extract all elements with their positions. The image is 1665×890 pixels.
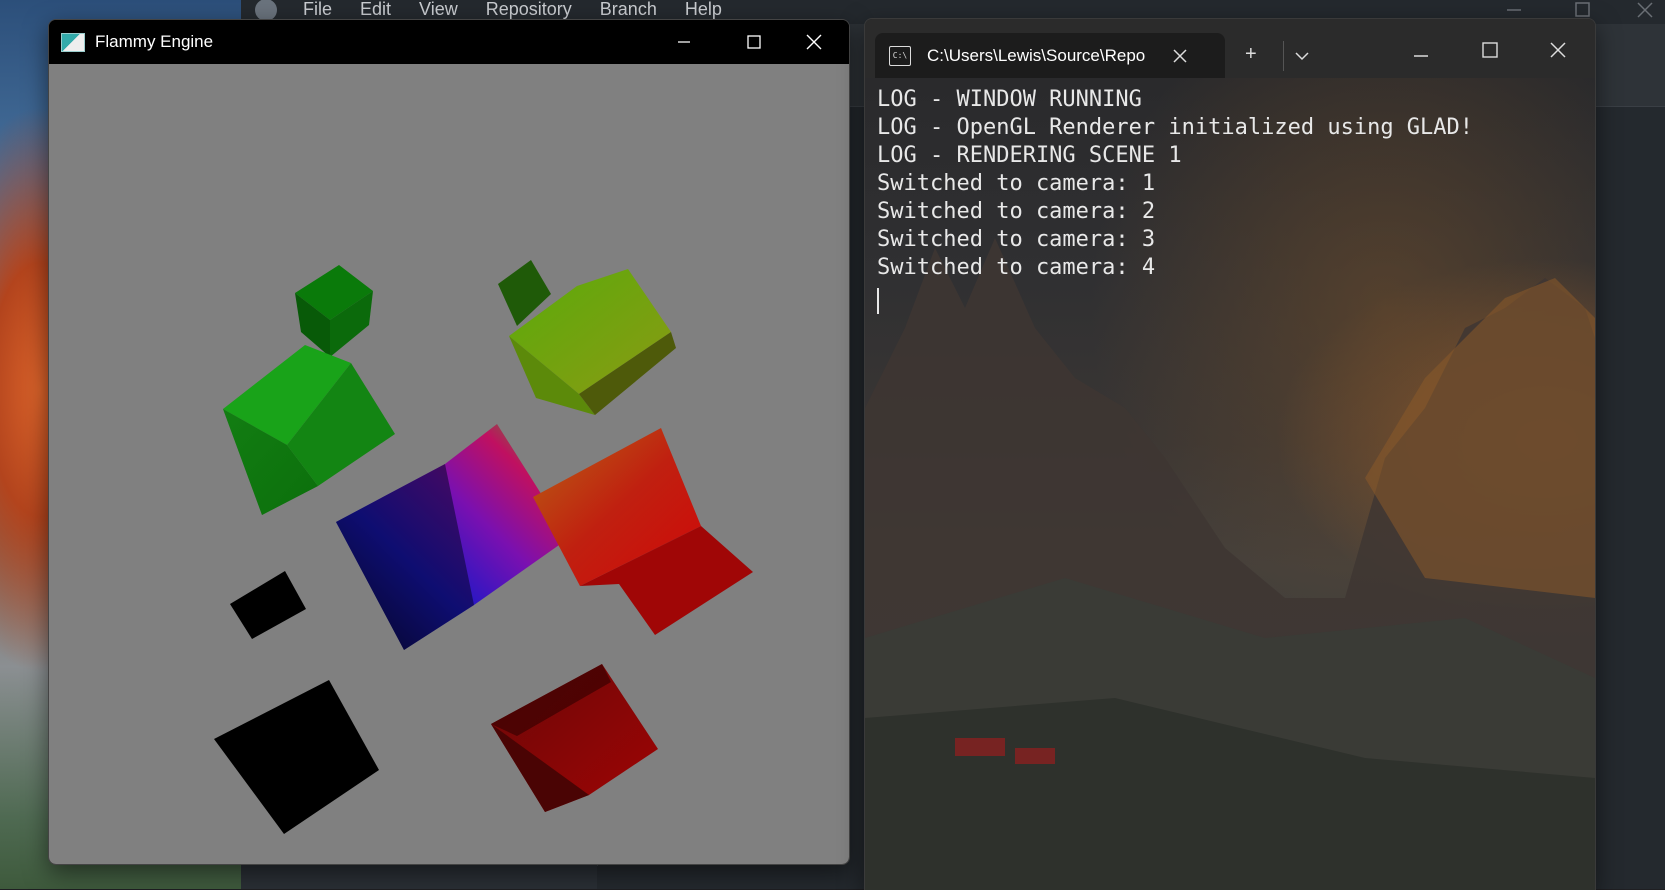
maximize-icon[interactable] <box>1482 42 1498 58</box>
text-cursor <box>877 288 879 314</box>
close-icon[interactable] <box>1550 42 1566 58</box>
log-line: LOG - RENDERING SCENE 1 <box>877 143 1182 168</box>
close-button[interactable] <box>779 20 849 64</box>
tab-bar: C:\ C:\Users\Lewis\Source\Repo + <box>865 19 1595 78</box>
cube-orange-red <box>533 428 753 635</box>
render-viewport[interactable] <box>49 64 849 864</box>
tab-separator <box>1283 41 1284 71</box>
log-output: LOG - WINDOW RUNNING LOG - OpenGL Render… <box>877 86 1473 282</box>
close-icon[interactable] <box>1637 2 1653 18</box>
terminal-window: C:\ C:\Users\Lewis\Source\Repo + LOG - W… <box>864 18 1596 890</box>
maximize-icon <box>747 35 761 49</box>
terminal-tab[interactable]: C:\ C:\Users\Lewis\Source\Repo <box>875 33 1225 78</box>
minimize-button[interactable] <box>649 20 719 64</box>
maximize-icon[interactable] <box>1575 2 1591 18</box>
cube-rgb <box>336 424 569 650</box>
tab-close-icon[interactable] <box>1173 48 1187 63</box>
title-bar[interactable]: Flammy Engine <box>49 20 849 64</box>
window-title: Flammy Engine <box>95 32 214 51</box>
app-icon <box>61 32 85 52</box>
cube-lime <box>498 260 676 415</box>
cube-black-small <box>230 571 306 639</box>
chevron-down-icon[interactable] <box>1295 51 1309 61</box>
minimize-icon[interactable] <box>1506 4 1522 16</box>
tab-title: C:\Users\Lewis\Source\Repo <box>927 45 1146 65</box>
log-line: Switched to camera: 4 <box>877 255 1156 280</box>
log-line: Switched to camera: 3 <box>877 227 1156 252</box>
menu-view[interactable]: View <box>419 0 458 20</box>
terminal-output[interactable]: LOG - WINDOW RUNNING LOG - OpenGL Render… <box>865 78 1595 890</box>
menu-file[interactable]: File <box>303 0 332 20</box>
cube-green <box>223 345 395 515</box>
log-line: Switched to camera: 1 <box>877 171 1156 196</box>
new-tab-button[interactable]: + <box>1245 43 1257 66</box>
cube-black <box>214 680 379 834</box>
cube-dark-red <box>491 664 658 812</box>
menu-help[interactable]: Help <box>685 0 722 20</box>
github-logo-icon <box>255 0 277 21</box>
log-line: LOG - OpenGL Renderer initialized using … <box>877 115 1474 140</box>
menu-edit[interactable]: Edit <box>360 0 391 20</box>
cube-green-small <box>295 265 373 357</box>
close-icon <box>806 34 822 50</box>
minimize-icon <box>678 41 690 43</box>
flammy-engine-window: Flammy Engine <box>48 19 850 865</box>
scene-canvas <box>214 260 753 834</box>
menu-branch[interactable]: Branch <box>600 0 657 20</box>
log-line: LOG - WINDOW RUNNING <box>877 87 1142 112</box>
menu-repository[interactable]: Repository <box>486 0 572 20</box>
log-line: Switched to camera: 2 <box>877 199 1156 224</box>
cmd-icon: C:\ <box>889 45 911 66</box>
minimize-icon[interactable] <box>1413 49 1429 63</box>
